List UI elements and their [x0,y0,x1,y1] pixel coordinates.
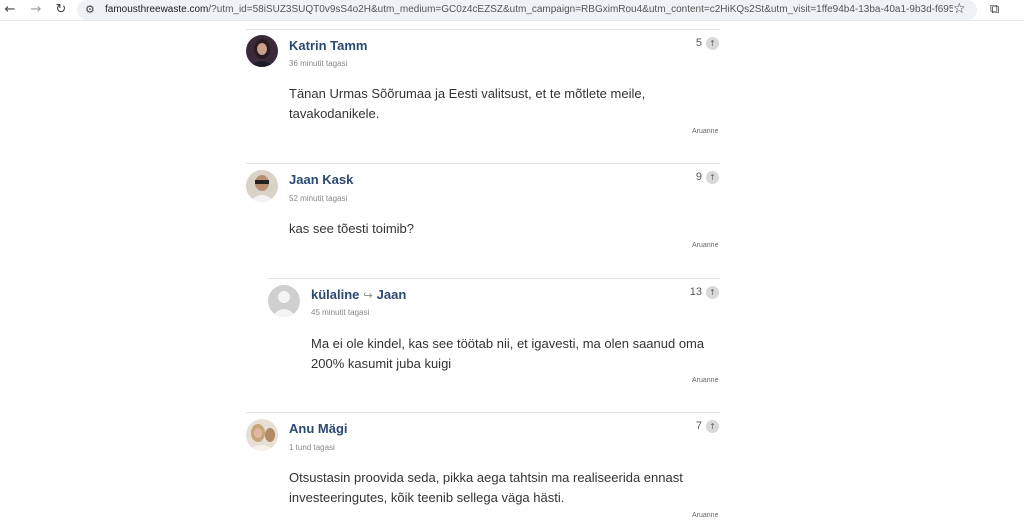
site-info-icon[interactable]: ⚙ [85,3,99,17]
upvote-icon[interactable]: ↑ [706,286,719,299]
avatar[interactable] [268,285,300,317]
comment-author[interactable]: Jaan Kask [289,172,353,187]
comment-author[interactable]: Anu Mägi [289,421,348,436]
vote-count: 9 [695,171,702,183]
avatar[interactable] [246,170,278,202]
comment-author[interactable]: Katrin Tamm [289,38,368,53]
comment-time: 45 minutit tagasi [311,308,370,317]
upvote-icon[interactable]: ↑ [706,420,719,433]
url-text[interactable]: famousthreewaste.com/?utm_id=58iSUZ3SUQT… [105,3,953,17]
vote-count: 5 [695,37,702,49]
extensions-icon[interactable]: ⧉ [990,2,999,17]
comment-author[interactable]: külaline ↪ Jaan [311,287,406,302]
report-link[interactable]: Aruanne [692,377,718,384]
avatar[interactable] [246,35,278,67]
avatar[interactable] [246,419,278,451]
comment-time: 52 minutit tagasi [289,194,348,203]
comment-time: 36 minutit tagasi [289,59,348,68]
comment-body: Otsustasin proovida seda, pikka aega tah… [289,470,683,505]
reload-icon[interactable]: ↻ [53,2,69,18]
browser-toolbar: ← → ↻ ⚙ famousthreewaste.com/?utm_id=58i… [0,0,1024,20]
report-link[interactable]: Aruanne [692,242,718,249]
back-arrow-icon[interactable]: ← [2,2,18,18]
comment-body: kas see tõesti toimib? [289,221,415,236]
comment-author-name[interactable]: külaline [311,287,359,302]
forward-arrow-icon[interactable]: → [28,2,44,18]
reply-arrow-icon: ↪ [363,290,373,302]
vote-count: 7 [695,420,702,432]
comment-divider [246,163,720,164]
comment-body: Tänan Urmas Sõõrumaa ja Eesti valitsust,… [289,86,646,121]
upvote-icon[interactable]: ↑ [706,37,719,50]
reply-to-name[interactable]: Jaan [377,287,407,302]
address-bar[interactable]: ⚙ famousthreewaste.com/?utm_id=58iSUZ3SU… [77,0,977,20]
upvote-icon[interactable]: ↑ [706,171,719,184]
comment-time: 1 tund tagasi [289,443,335,452]
report-link[interactable]: Aruanne [692,512,718,519]
comment-divider [246,29,720,30]
comment-divider [268,278,720,279]
comment-body: Ma ei ole kindel, kas see töötab nii, et… [311,336,705,371]
vote-count: 13 [689,286,702,298]
comment-divider [246,412,720,413]
report-link[interactable]: Aruanne [692,128,718,135]
bookmark-star-icon[interactable]: ☆ [953,1,966,17]
toolbar-divider [0,20,1024,21]
